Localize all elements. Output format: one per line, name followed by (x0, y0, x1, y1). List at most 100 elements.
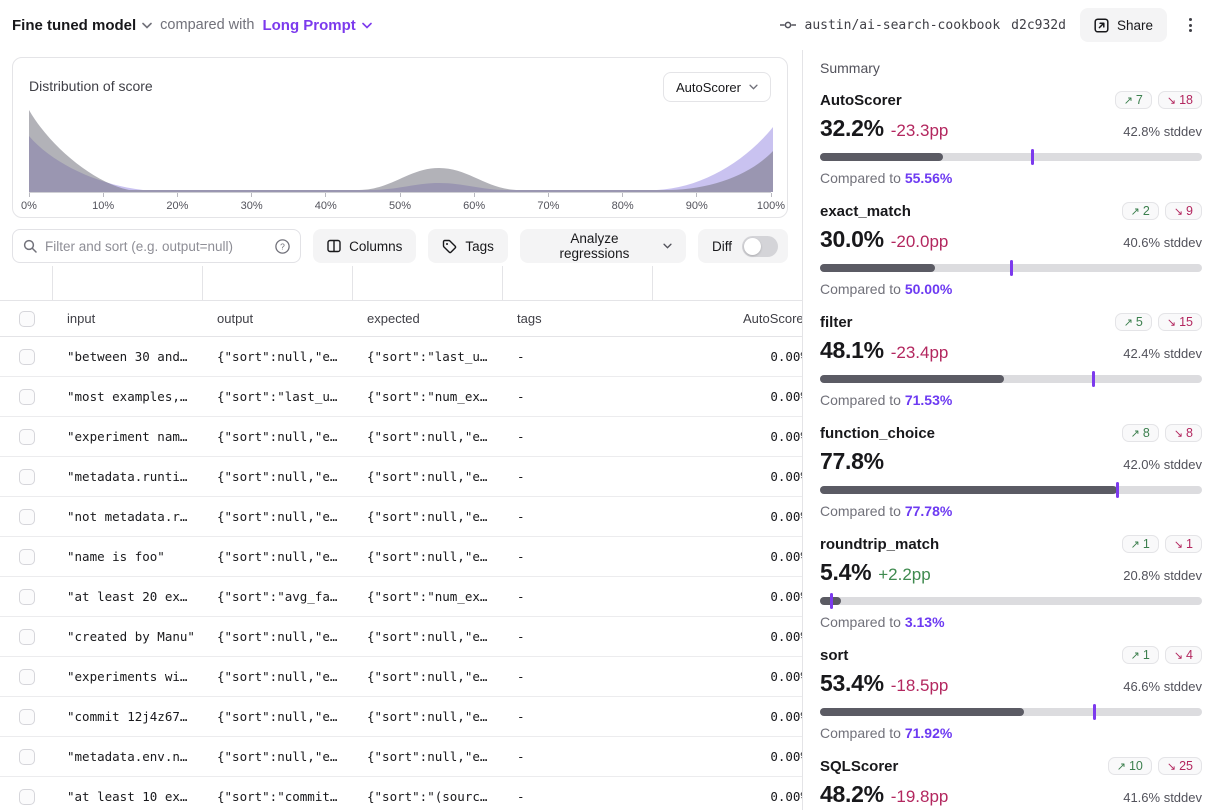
metric-value: 32.2% (820, 115, 884, 142)
metric-bar-fill (820, 486, 1117, 494)
comparison-experiment-dropdown[interactable]: Long Prompt (262, 17, 371, 34)
row-checkbox[interactable] (19, 429, 35, 445)
row-checkbox[interactable] (19, 669, 35, 685)
table-row[interactable]: "metadata.env.n… {"sort":null,"e… {"sort… (0, 737, 802, 777)
compared-to-label: Compared to (820, 503, 905, 519)
regressions-badge[interactable]: ↘ 18 (1158, 91, 1202, 109)
row-checkbox[interactable] (19, 349, 35, 365)
metric-bar (820, 264, 1202, 272)
metric-name: roundtrip_match (820, 536, 939, 553)
repo-commit-link[interactable]: austin/ai-search-cookbook d2c932d (780, 18, 1066, 33)
regressions-badge[interactable]: ↘ 25 (1158, 757, 1202, 775)
regressions-badge[interactable]: ↘ 8 (1165, 424, 1202, 442)
table-row[interactable]: "created by Manu" {"sort":null,"e… {"sor… (0, 617, 802, 657)
improvements-badge[interactable]: ↗ 2 (1122, 202, 1159, 220)
compared-to-value[interactable]: 50.00% (905, 281, 952, 297)
summary-metric: function_choice ↗ 8 ↘ 8 77.8% 42.0% stdd… (820, 422, 1202, 522)
comparison-marker (1093, 704, 1096, 720)
filter-input[interactable] (45, 239, 267, 254)
compared-to-value[interactable]: 55.56% (905, 170, 952, 186)
axis-tick (696, 193, 697, 197)
metric-value: 48.1% (820, 337, 884, 364)
metric-name: filter (820, 314, 853, 331)
analyze-regressions-button[interactable]: Analyze regressions (520, 229, 686, 263)
table-row[interactable]: "between 30 and… {"sort":null,"e… {"sort… (0, 337, 802, 377)
row-checkbox[interactable] (19, 389, 35, 405)
compared-to-value[interactable]: 71.92% (905, 725, 952, 741)
row-checkbox[interactable] (19, 749, 35, 765)
table-row[interactable]: "not metadata.r… {"sort":null,"e… {"sort… (0, 497, 802, 537)
gray-density-area (29, 110, 773, 192)
table-row[interactable]: "name is foo" {"sort":null,"e… {"sort":n… (0, 537, 802, 577)
metric-value: 77.8% (820, 448, 884, 475)
primary-experiment-dropdown[interactable]: Fine tuned model (12, 17, 152, 34)
row-checkbox[interactable] (19, 629, 35, 645)
table-row[interactable]: "commit 12j4z67… {"sort":null,"e… {"sort… (0, 697, 802, 737)
metric-stddev: 41.6% stddev (1123, 790, 1202, 805)
metric-value: 53.4% (820, 670, 884, 697)
row-checkbox[interactable] (19, 549, 35, 565)
table-row[interactable]: "experiment nam… {"sort":null,"e… {"sort… (0, 417, 802, 457)
improvements-badge[interactable]: ↗ 5 (1115, 313, 1152, 331)
cell-expected: {"sort":"num_ex… (353, 389, 503, 404)
select-all-checkbox[interactable] (19, 311, 35, 327)
chevron-down-icon (663, 243, 672, 249)
cell-input: "between 30 and… (53, 349, 203, 364)
table-row[interactable]: "metadata.runti… {"sort":null,"e… {"sort… (0, 457, 802, 497)
header-expected[interactable]: expected (353, 311, 503, 326)
row-checkbox[interactable] (19, 709, 35, 725)
improvements-badge[interactable]: ↗ 10 (1108, 757, 1152, 775)
help-icon[interactable]: ? (275, 239, 290, 254)
top-bar: Fine tuned model compared with Long Prom… (0, 0, 1214, 50)
compared-to-value[interactable]: 3.13% (905, 614, 945, 630)
metric-stddev: 42.8% stddev (1123, 124, 1202, 139)
cell-expected: {"sort":null,"e… (353, 629, 503, 644)
cell-expected: {"sort":null,"e… (353, 509, 503, 524)
header-output[interactable]: output (203, 311, 353, 326)
cell-output: {"sort":null,"e… (203, 629, 353, 644)
improvements-badge[interactable]: ↗ 8 (1122, 424, 1159, 442)
table-row[interactable]: "most examples,… {"sort":"last_u… {"sort… (0, 377, 802, 417)
scorer-select[interactable]: AutoScorer (663, 72, 771, 102)
improvements-badge[interactable]: ↗ 1 (1122, 535, 1159, 553)
row-checkbox[interactable] (19, 469, 35, 485)
compared-to-value[interactable]: 77.78% (905, 503, 952, 519)
summary-metric: roundtrip_match ↗ 1 ↘ 1 5.4% +2.2pp 20.8… (820, 533, 1202, 633)
regressions-badge[interactable]: ↘ 15 (1158, 313, 1202, 331)
row-checkbox[interactable] (19, 509, 35, 525)
share-button[interactable]: Share (1080, 8, 1167, 42)
cell-expected: {"sort":"last_u… (353, 349, 503, 364)
improvements-badge[interactable]: ↗ 1 (1122, 646, 1159, 664)
more-options-button[interactable] (1181, 12, 1200, 38)
regressions-badge[interactable]: ↘ 4 (1165, 646, 1202, 664)
cell-tags: - (503, 749, 653, 764)
chart-title: Distribution of score (29, 72, 153, 94)
header-tags[interactable]: tags (503, 311, 653, 326)
trend-up-icon: ↗ (1117, 760, 1126, 773)
diff-toggle-wrap: Diff (698, 229, 788, 263)
search-icon (23, 239, 37, 253)
compared-to-label: Compared to (820, 281, 905, 297)
cell-expected: {"sort":null,"e… (353, 549, 503, 564)
header-score[interactable]: AutoScorer (653, 311, 802, 326)
tags-button[interactable]: Tags (428, 229, 508, 263)
diff-toggle[interactable] (742, 236, 778, 257)
table-row[interactable]: "at least 10 ex… {"sort":"commit… {"sort… (0, 777, 802, 810)
cell-output: {"sort":null,"e… (203, 509, 353, 524)
regressions-badge[interactable]: ↘ 9 (1165, 202, 1202, 220)
distribution-chart: 0%10%20%30%40%50%60%70%80%90%100% (29, 104, 771, 212)
table-row[interactable]: "experiments wi… {"sort":null,"e… {"sort… (0, 657, 802, 697)
summary-metric: sort ↗ 1 ↘ 4 53.4% -18.5pp 46.6% stddev … (820, 644, 1202, 744)
improvements-badge[interactable]: ↗ 7 (1115, 91, 1152, 109)
row-checkbox[interactable] (19, 789, 35, 805)
header-input[interactable]: input (53, 311, 203, 326)
table-row[interactable]: "at least 20 ex… {"sort":"avg_fa… {"sort… (0, 577, 802, 617)
row-checkbox[interactable] (19, 589, 35, 605)
axis-tick (29, 193, 30, 197)
summary-metric: filter ↗ 5 ↘ 15 48.1% -23.4pp 42.4% stdd… (820, 311, 1202, 411)
columns-button[interactable]: Columns (313, 229, 416, 263)
repo-name: austin/ai-search-cookbook (805, 18, 1001, 33)
regressions-badge[interactable]: ↘ 1 (1165, 535, 1202, 553)
compared-to-value[interactable]: 71.53% (905, 392, 952, 408)
compared-to-label: Compared to (820, 614, 905, 630)
